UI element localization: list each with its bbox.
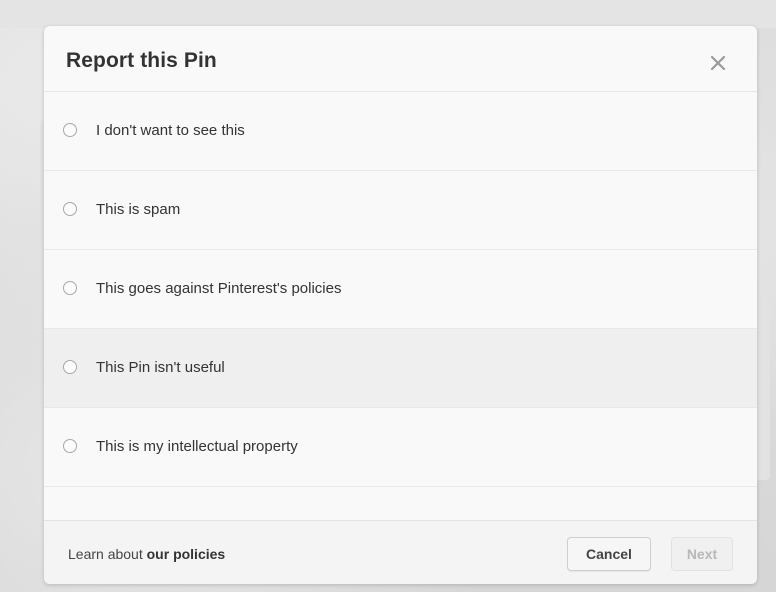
option-against-policies[interactable]: This goes against Pinterest's policies: [44, 250, 757, 329]
option-label: This goes against Pinterest's policies: [96, 280, 342, 297]
report-pin-dialog: Report this Pin I don't want to see this…: [44, 26, 757, 584]
radio-button[interactable]: [63, 439, 77, 453]
radio-button[interactable]: [63, 123, 77, 137]
close-button[interactable]: [707, 52, 729, 74]
option-not-useful[interactable]: This Pin isn't useful: [44, 329, 757, 408]
option-label: This is my intellectual property: [96, 438, 298, 455]
report-options-list: I don't want to see this This is spam Th…: [44, 92, 757, 487]
dialog-footer: Learn about our policies Cancel Next: [44, 520, 757, 584]
option-spam[interactable]: This is spam: [44, 171, 757, 250]
option-label: This is spam: [96, 201, 181, 218]
next-button[interactable]: Next: [671, 537, 733, 571]
background-top-bar: [0, 0, 776, 28]
policies-note: Learn about our policies: [68, 546, 225, 562]
close-icon: [710, 55, 726, 71]
cancel-button[interactable]: Cancel: [567, 537, 651, 571]
radio-button[interactable]: [63, 202, 77, 216]
radio-button[interactable]: [63, 360, 77, 374]
dialog-title: Report this Pin: [66, 49, 217, 72]
policies-link[interactable]: our policies: [147, 546, 226, 562]
option-dont-want-to-see[interactable]: I don't want to see this: [44, 92, 757, 171]
policies-note-prefix: Learn about: [68, 546, 147, 562]
option-label: This Pin isn't useful: [96, 359, 225, 376]
option-label: I don't want to see this: [96, 122, 245, 139]
radio-button[interactable]: [63, 281, 77, 295]
dialog-header: Report this Pin: [44, 26, 757, 92]
option-intellectual-property[interactable]: This is my intellectual property: [44, 408, 757, 487]
